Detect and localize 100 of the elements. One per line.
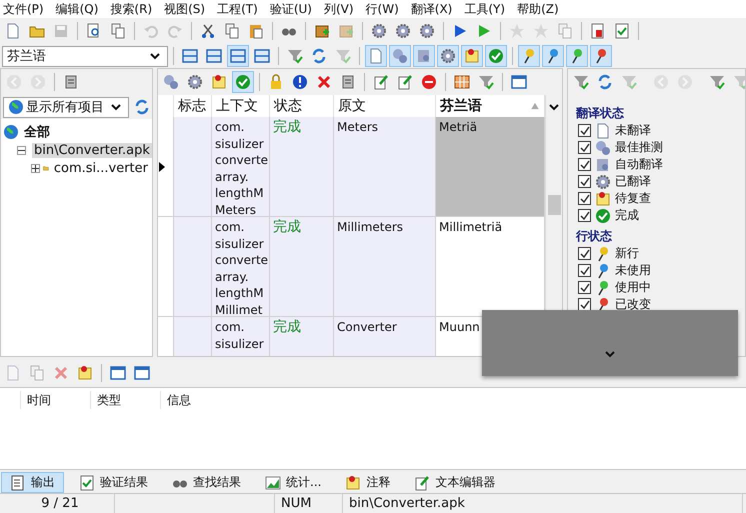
checkbox[interactable] <box>578 298 591 311</box>
toolbar-button[interactable] <box>227 45 249 67</box>
column-header[interactable]: 类型 <box>90 391 160 409</box>
pin-head-icon <box>526 49 534 57</box>
pin-head-icon <box>574 49 582 57</box>
stop-icon <box>421 74 437 90</box>
checkbox[interactable] <box>578 264 591 277</box>
filter-label: 新行 <box>615 245 639 262</box>
filter-label: 未翻译 <box>615 122 651 139</box>
column-header[interactable]: 时间 <box>20 391 90 409</box>
table-cell: Meters <box>334 117 436 217</box>
chart-icon <box>265 474 281 490</box>
note-icon <box>595 190 611 206</box>
note-icon <box>464 48 480 64</box>
filter-label: 已翻译 <box>615 173 651 190</box>
checkbox[interactable] <box>578 124 591 137</box>
cross-icon <box>53 365 69 381</box>
refresh-icon <box>134 99 150 115</box>
pencil-icon <box>397 74 413 90</box>
gear-icon <box>419 23 435 39</box>
star-icon <box>533 23 549 39</box>
gear-icon <box>371 23 387 39</box>
menu-item[interactable]: 行(W) <box>362 0 408 18</box>
toolbar-button[interactable] <box>485 45 507 67</box>
tree-item[interactable]: 全部 <box>22 123 52 141</box>
menu-item[interactable]: 文件(P) <box>0 0 53 18</box>
filter-label: 已改变 <box>615 296 651 313</box>
menu-item[interactable]: 验证(U) <box>266 0 321 18</box>
text-icon <box>10 474 26 490</box>
checkbox[interactable] <box>578 281 591 294</box>
tab[interactable]: 查找结果 <box>163 472 250 493</box>
tab[interactable]: 文本编辑器 <box>405 472 504 493</box>
menu-item[interactable]: 搜索(R) <box>107 0 162 18</box>
menu-item[interactable]: 编辑(Q) <box>52 0 108 18</box>
toolbar-button[interactable] <box>232 71 254 93</box>
checkbox[interactable] <box>578 192 591 205</box>
checkbox[interactable] <box>578 158 591 171</box>
pencil-icon <box>373 74 389 90</box>
undo-icon <box>143 23 159 39</box>
play-icon <box>476 23 492 39</box>
funnel-icon <box>335 48 351 64</box>
checkbox[interactable] <box>578 247 591 260</box>
pencil-icon <box>414 474 430 490</box>
expander-icon[interactable] <box>17 146 26 154</box>
toolbar-button[interactable] <box>461 45 483 67</box>
funnel-icon <box>709 74 725 90</box>
expander-icon[interactable] <box>31 164 40 172</box>
doc-icon <box>595 122 611 138</box>
gear-icon <box>440 48 456 64</box>
lock-icon <box>268 74 284 90</box>
section-title: 翻译状态 <box>576 105 625 122</box>
window-icon <box>110 365 126 381</box>
pin-head-icon <box>550 49 558 57</box>
checkbox[interactable] <box>578 209 591 222</box>
copy-icon <box>29 365 45 381</box>
funnel-icon <box>733 74 745 90</box>
toolbar-button[interactable] <box>365 45 387 67</box>
doc-icon <box>5 365 21 381</box>
check-icon <box>488 48 504 64</box>
tree-item[interactable]: bin\Converter.apk <box>32 142 152 158</box>
cut-icon <box>200 23 216 39</box>
refresh-icon <box>597 74 613 90</box>
globe-icon <box>8 99 24 115</box>
column-header[interactable]: 信息 <box>160 391 260 409</box>
columns-icon <box>454 74 470 90</box>
status-field: bin\Converter.apk <box>343 494 743 513</box>
checkbox[interactable] <box>578 141 591 154</box>
tab[interactable]: 注释 <box>336 472 400 493</box>
filter-label: 最佳推测 <box>615 139 663 156</box>
menu-item[interactable]: 帮助(Z) <box>514 0 568 18</box>
table-cell: 完成 <box>270 317 334 356</box>
checkdoc-icon <box>79 474 95 490</box>
tab[interactable]: 输出 <box>1 472 64 493</box>
menu-item[interactable]: 视图(S) <box>161 0 214 18</box>
project-filter-select[interactable]: 显示所有项目 <box>3 96 129 118</box>
check-icon <box>235 74 251 90</box>
window-icon <box>134 365 150 381</box>
menu-item[interactable]: 工具(Y) <box>461 0 514 18</box>
menu-item[interactable]: 工程(T) <box>214 0 267 18</box>
printer-icon <box>340 74 356 90</box>
gear-icon <box>187 74 203 90</box>
language-select[interactable]: 芬兰语 <box>2 46 168 66</box>
check-icon <box>595 208 611 224</box>
funnel-icon <box>621 74 637 90</box>
doc-icon <box>5 23 21 39</box>
toolbar-button[interactable] <box>437 45 459 67</box>
tree-item[interactable]: com.si...verter <box>52 160 150 176</box>
tab[interactable]: 统计... <box>256 472 330 493</box>
scrollbar-thumb[interactable] <box>548 195 560 215</box>
table-cell: 完成 <box>270 217 334 317</box>
layout-icon <box>206 48 222 64</box>
status-field: NUM <box>275 494 343 513</box>
menu-item[interactable]: 列(V) <box>320 0 363 18</box>
menu-item[interactable]: 翻译(X) <box>408 0 462 18</box>
filter-label: 使用中 <box>615 279 651 296</box>
tab[interactable]: 验证结果 <box>70 472 157 493</box>
gear-icon <box>395 23 411 39</box>
checkbox[interactable] <box>578 175 591 188</box>
note-icon <box>345 474 362 490</box>
copy-icon <box>557 23 573 39</box>
